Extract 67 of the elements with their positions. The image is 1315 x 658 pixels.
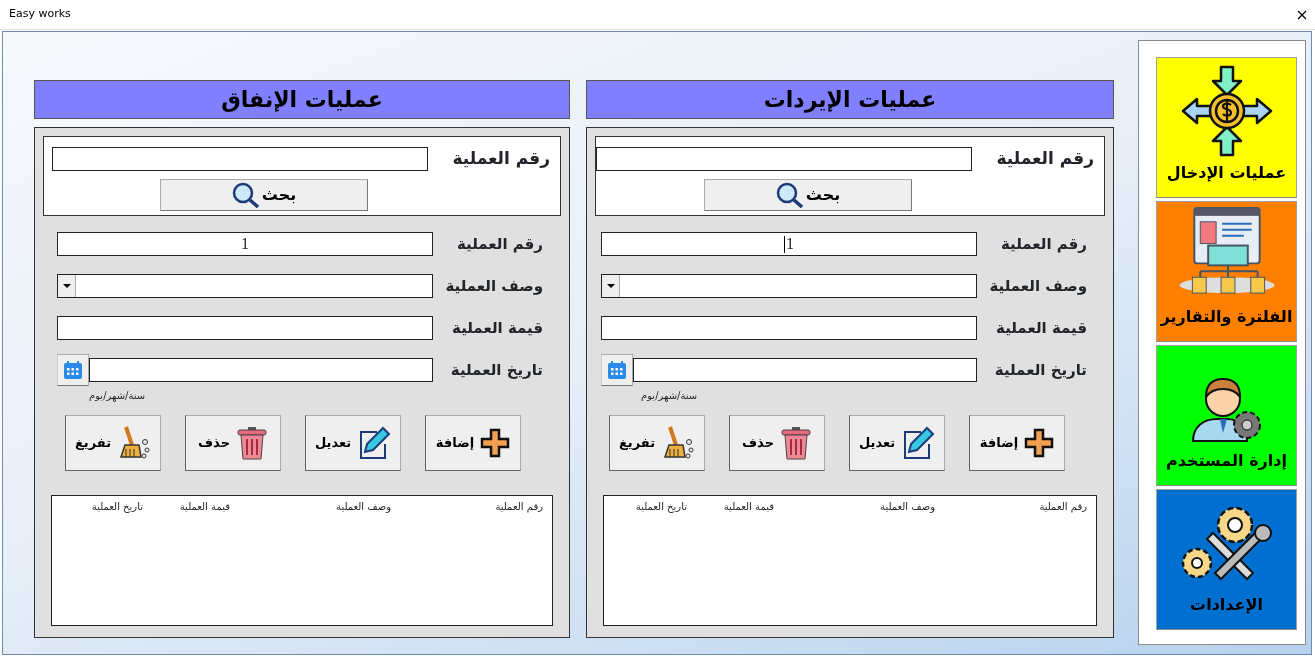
plus-icon [480, 428, 511, 458]
column-header: وصف العملية [879, 500, 935, 515]
plus-icon [1024, 428, 1055, 458]
action-button[interactable]: تعديل [305, 415, 401, 471]
trash-icon [780, 426, 812, 460]
input-field[interactable] [52, 146, 428, 171]
field-label: تاريخ العملية [449, 359, 544, 381]
field-label: رقم العملية [455, 233, 544, 255]
search-button[interactable]: بحث [704, 178, 912, 211]
action-button[interactable]: حذف [185, 415, 281, 471]
panel-heading: عمليات الإنفاق [34, 80, 570, 119]
nav-tile[interactable]: إدارة المستخدم [1156, 345, 1297, 486]
action-button[interactable]: إضافة [425, 415, 521, 471]
dollar-arrows-icon [1180, 65, 1273, 157]
column-header: رقم العملية [494, 500, 543, 515]
field-label: رقم العملية [995, 147, 1095, 170]
search-icon [231, 181, 260, 208]
column-header: تاريخ العملية [634, 500, 687, 515]
column-header: تاريخ العملية [90, 500, 143, 515]
field-label: قيمة العملية [995, 317, 1088, 339]
caret-icon [62, 284, 71, 288]
nav-tile[interactable]: عمليات الإدخال [1156, 57, 1297, 198]
input-field[interactable] [601, 316, 977, 340]
date-format-hint: سنة/شهر/يوم [641, 389, 698, 403]
dropdown-button[interactable] [602, 275, 620, 297]
column-header: قيمة العملية [722, 500, 774, 514]
calendar-icon [63, 360, 83, 380]
date-field[interactable] [633, 358, 977, 382]
trash-icon [236, 426, 268, 460]
action-button[interactable]: إضافة [969, 415, 1065, 471]
search-icon [775, 181, 804, 208]
search-button[interactable]: بحث [160, 178, 368, 211]
panel-heading: عمليات الإيردات [586, 80, 1114, 119]
pencil-icon [901, 426, 936, 460]
column-header: وصف العملية [335, 500, 391, 515]
input-field[interactable] [57, 316, 433, 340]
action-button[interactable]: تفريغ [65, 415, 161, 471]
field-label: وصف العملية [444, 275, 544, 297]
date-field[interactable] [89, 358, 433, 382]
input-field[interactable]: 1 [57, 232, 433, 256]
field-label: رقم العملية [451, 147, 551, 170]
broom-icon [117, 426, 152, 460]
action-button[interactable]: تعديل [849, 415, 945, 471]
dropdown-field[interactable] [601, 274, 977, 298]
column-header: رقم العملية [1038, 500, 1087, 515]
caret-icon [606, 284, 615, 288]
close-icon[interactable] [1297, 9, 1307, 20]
window-title: Easy works [9, 6, 71, 23]
pencil-icon [357, 426, 392, 460]
calendar-button[interactable] [57, 354, 89, 386]
action-button[interactable]: تفريغ [609, 415, 705, 471]
broom-icon [661, 426, 696, 460]
action-button[interactable]: حذف [729, 415, 825, 471]
nav-tile[interactable]: الفلترة والتقارير [1156, 201, 1297, 342]
calendar-button[interactable] [601, 354, 633, 386]
dropdown-field[interactable] [57, 274, 433, 298]
field-label: قيمة العملية [451, 317, 544, 339]
field-label: وصف العملية [988, 275, 1088, 297]
date-format-hint: سنة/شهر/يوم [89, 389, 146, 403]
column-header: قيمة العملية [178, 500, 230, 514]
dropdown-button[interactable] [58, 275, 76, 297]
input-field[interactable]: 1 [601, 232, 977, 256]
field-label: رقم العملية [999, 233, 1088, 255]
field-label: تاريخ العملية [993, 359, 1088, 381]
nav-tile[interactable]: الإعدادات [1156, 489, 1297, 630]
calendar-icon [607, 360, 627, 380]
input-field[interactable] [596, 146, 972, 171]
